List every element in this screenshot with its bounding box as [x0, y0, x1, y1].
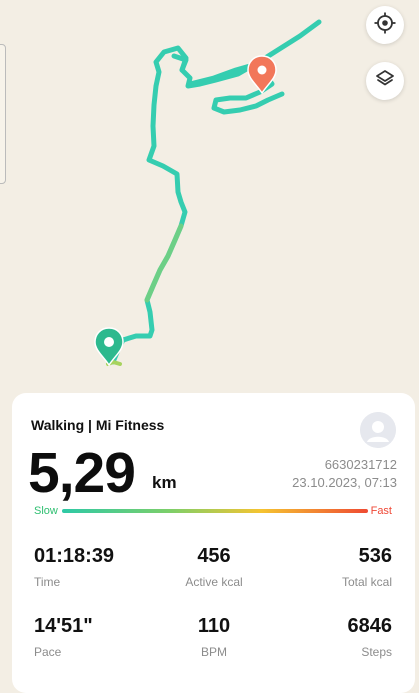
crosshair-target-icon [374, 12, 396, 39]
end-pin-icon[interactable] [247, 55, 277, 95]
map-view[interactable] [0, 0, 419, 400]
workout-title: Walking | Mi Fitness [31, 417, 165, 433]
layers-icon [374, 68, 396, 95]
distance-unit: km [152, 473, 177, 492]
layers-button[interactable] [366, 62, 404, 100]
user-avatar[interactable] [360, 412, 396, 448]
stat-active-kcal-label: Active kcal [185, 575, 243, 589]
pace-slow-label: Slow [34, 505, 58, 517]
stat-steps-value: 6846 [347, 615, 393, 637]
workout-datetime: 23.10.2023, 07:13 [292, 475, 397, 490]
stat-total-kcal-value: 536 [358, 545, 392, 567]
stat-pace-value: 14'51" [34, 615, 93, 637]
record-id: 6630231712 [324, 457, 397, 472]
distance-value: 5,29 [28, 441, 136, 505]
locate-button[interactable] [366, 6, 404, 44]
user-avatar-icon [360, 412, 396, 448]
stat-bpm-label: BPM [200, 645, 227, 659]
stat-bpm-value: 110 [197, 615, 231, 637]
workout-summary-card: Walking | Mi Fitness 5,29 km 6630231712 … [12, 393, 415, 693]
stat-steps-label: Steps [361, 645, 392, 659]
stat-time-value: 01:18:39 [34, 545, 115, 567]
pace-fast-label: Fast [370, 505, 392, 517]
stat-pace-label: Pace [34, 645, 62, 659]
stat-time-label: Time [34, 575, 61, 589]
start-pin-icon[interactable] [94, 327, 124, 367]
pace-gradient-bar [62, 509, 368, 513]
stat-active-kcal-value: 456 [197, 545, 231, 567]
route-track [94, 19, 322, 367]
stat-total-kcal-label: Total kcal [341, 575, 392, 589]
